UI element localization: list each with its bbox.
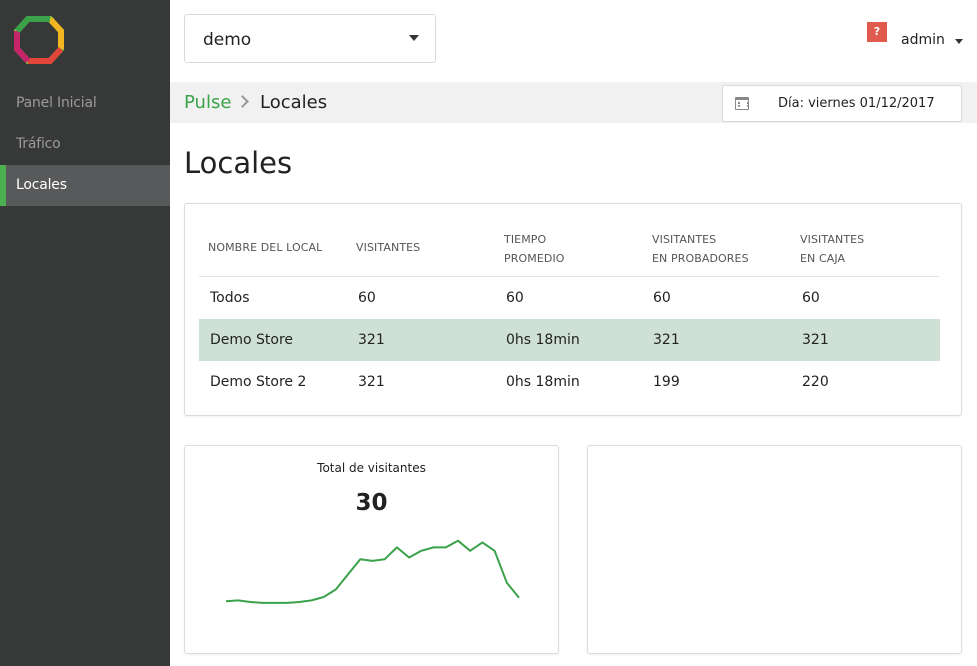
- sidebar-item-trafico[interactable]: Tráfico: [0, 124, 170, 165]
- calendar-icon: [735, 97, 749, 110]
- column-header-text: NOMBRE DEL LOCAL: [208, 241, 323, 254]
- column-header-text: PROMEDIO: [504, 252, 565, 265]
- table-cell: 321: [653, 332, 680, 348]
- table-row[interactable]: Todos 60 60 60 60: [199, 277, 940, 319]
- column-header-text: VISITANTES: [652, 233, 717, 246]
- column-header-fitting-rooms[interactable]: VISITANTES EN PROBADORES: [652, 230, 749, 268]
- table-cell: 199: [653, 374, 680, 390]
- column-header-visitors[interactable]: VISITANTES: [356, 238, 420, 257]
- table-cell: 60: [653, 290, 671, 306]
- column-header-checkout[interactable]: VISITANTES EN CAJA: [800, 230, 864, 268]
- column-header-text: VISITANTES: [356, 241, 421, 254]
- user-menu[interactable]: admin: [901, 32, 945, 48]
- store-select-value: demo: [203, 30, 252, 50]
- chevron-right-icon: [236, 95, 249, 108]
- sidebar: Panel Inicial Tráfico Locales: [0, 0, 170, 666]
- table-row[interactable]: Demo Store 321 0hs 18min 321 321: [199, 319, 940, 361]
- help-icon[interactable]: ?: [867, 22, 887, 42]
- column-header-avg-time[interactable]: TIEMPO PROMEDIO: [504, 230, 565, 268]
- page-title: Locales: [184, 146, 293, 180]
- column-header-text: TIEMPO: [504, 233, 547, 246]
- table-cell: 60: [358, 290, 376, 306]
- breadcrumb-root-link[interactable]: Pulse: [184, 92, 231, 113]
- table-cell: 321: [802, 332, 829, 348]
- app-logo[interactable]: [14, 15, 64, 65]
- visitors-sparkline: [225, 539, 520, 604]
- empty-card: [587, 445, 962, 654]
- chevron-down-icon: [409, 35, 419, 41]
- store-select[interactable]: demo: [184, 14, 436, 63]
- column-header-text: EN CAJA: [800, 252, 846, 265]
- table-cell: 220: [802, 374, 829, 390]
- column-header-text: VISITANTES: [800, 233, 865, 246]
- date-picker-label: Día: viernes 01/12/2017: [778, 96, 935, 111]
- sidebar-item-panel-inicial[interactable]: Panel Inicial: [0, 83, 170, 124]
- table-cell: 60: [802, 290, 820, 306]
- sidebar-item-locales[interactable]: Locales: [0, 165, 170, 206]
- user-menu-caret-icon[interactable]: [955, 39, 963, 44]
- table-cell: Demo Store: [210, 332, 294, 348]
- table-cell: 0hs 18min: [506, 332, 580, 348]
- date-picker[interactable]: Día: viernes 01/12/2017: [722, 85, 962, 122]
- column-header-store-name[interactable]: NOMBRE DEL LOCAL: [208, 238, 322, 257]
- visitors-card: Total de visitantes 30: [184, 445, 559, 654]
- table-cell: 0hs 18min: [506, 374, 580, 390]
- table-cell: 321: [358, 374, 385, 390]
- visitors-series-line: [225, 539, 520, 604]
- column-header-text: EN PROBADORES: [652, 252, 749, 265]
- table-cell: 60: [506, 290, 524, 306]
- breadcrumb-current: Locales: [260, 92, 328, 113]
- table-cell: 321: [358, 332, 385, 348]
- table-cell: Demo Store 2: [210, 374, 307, 390]
- table-cell: Todos: [210, 290, 250, 306]
- table-row[interactable]: Demo Store 2 321 0hs 18min 199 220: [199, 361, 940, 403]
- stores-table: NOMBRE DEL LOCAL VISITANTES TIEMPO PROME…: [184, 203, 962, 416]
